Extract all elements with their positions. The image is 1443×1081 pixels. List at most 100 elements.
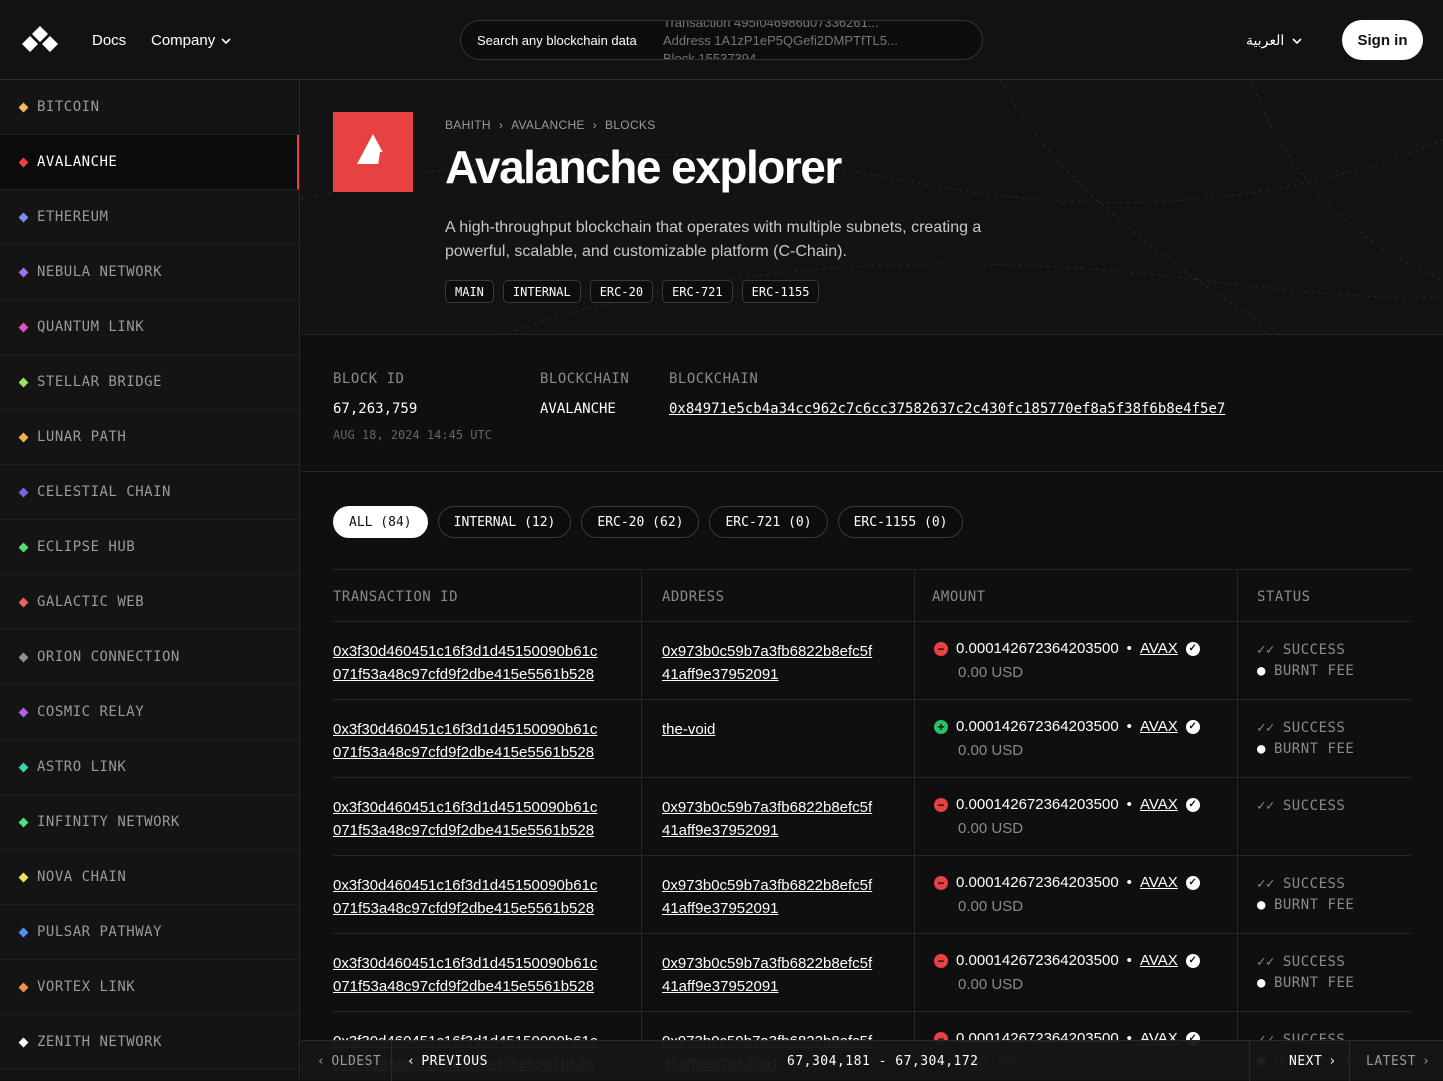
sidebar-item-label: NEBULA NETWORK [37,264,163,280]
sidebar-item-infinity-network[interactable]: INFINITY NETWORK [0,795,299,850]
address-part1: 0x973b0c59b7a3fb6822b8efc5f [662,877,873,894]
status-cell: ✓✓ SUCCESS ● BURNT FEE [1257,718,1354,760]
transaction-id-link[interactable]: 0x3f30d460451c16f3d1d45150090b61c 071f53… [333,640,597,686]
transaction-id-link[interactable]: 0x3f30d460451c16f3d1d45150090b61c 071f53… [333,952,597,998]
chain-diamond-icon [18,212,29,222]
sidebar-item-orion-connection[interactable]: ORION CONNECTION [0,630,299,685]
verified-check-icon: ✓ [1185,641,1200,656]
token-link[interactable]: AVAX [1140,796,1178,813]
tag-erc721[interactable]: ERC-721 [662,280,733,303]
block-hash-link[interactable]: 0x84971e5cb4a34cc962c7c6cc37582637c2c430… [669,401,1225,417]
table-row: 0x3f30d460451c16f3d1d45150090b61c 071f53… [333,700,1411,778]
bullet-separator: • [1126,796,1132,813]
sidebar-item-label: COSMIC RELAY [37,704,145,720]
sidebar-item-stellar-bridge[interactable]: STELLAR BRIDGE [0,355,299,410]
breadcrumb-separator-icon: › [592,118,598,132]
diamond-cluster-logo[interactable] [20,26,60,54]
search-bar[interactable]: Search any blockchain data Transaction 4… [460,20,983,60]
chain-sidebar: BITCOIN AVALANCHE ETHEREUM NEBULA NETWORK QU… [0,80,300,1080]
sidebar-item-zenith-network[interactable]: ZENITH NETWORK [0,1015,299,1070]
breadcrumb-bahith[interactable]: BAHITH [445,118,491,132]
token-link[interactable]: AVAX [1140,952,1178,969]
address-link[interactable]: 0x973b0c59b7a3fb6822b8efc5f 41aff9e37952… [662,796,872,842]
next-label: NEXT [1289,1054,1323,1069]
token-link[interactable]: AVAX [1140,640,1178,657]
transaction-id-link[interactable]: 0x3f30d460451c16f3d1d45150090b61c 071f53… [333,718,597,764]
status-label: SUCCESS [1282,642,1346,658]
breadcrumb-blocks[interactable]: BLOCKS [605,118,656,132]
search-hint-address: Address 1A1zP1eP5QGefi2DMPTfTL5... [663,33,898,48]
sidebar-item-nebula-network[interactable]: NEBULA NETWORK [0,245,299,300]
sidebar-item-celestial-chain[interactable]: CELESTIAL CHAIN [0,465,299,520]
main-content: BAHITH › AVALANCHE › BLOCKS Avalanche ex… [301,80,1443,1080]
transaction-id-link[interactable]: 0x3f30d460451c16f3d1d45150090b61c 071f53… [333,796,597,842]
chevron-left-icon: ‹ [317,1054,326,1069]
tag-main[interactable]: MAIN [445,280,494,303]
address-link[interactable]: 0x973b0c59b7a3fb6822b8efc5f 41aff9e37952… [662,640,872,686]
breadcrumb-avalanche[interactable]: AVALANCHE [511,118,585,132]
tag-erc20[interactable]: ERC-20 [589,280,654,303]
address-link[interactable]: the-void [662,718,715,741]
sidebar-item-avalanche[interactable]: AVALANCHE [0,135,299,190]
breadcrumb-separator-icon: › [498,118,504,132]
sidebar-item-label: NOVA CHAIN [37,869,127,885]
sidebar-item-astro-link[interactable]: ASTRO LINK [0,740,299,795]
minus-circle-icon: − [934,953,948,968]
transaction-id-part1: 0x3f30d460451c16f3d1d45150090b61c [333,955,598,972]
oldest-button[interactable]: ‹ OLDEST [317,1054,381,1069]
transaction-id-link[interactable]: 0x3f30d460451c16f3d1d45150090b61c 071f53… [333,874,597,920]
previous-label: PREVIOUS [421,1054,488,1069]
sidebar-item-label: ZENITH NETWORK [37,1034,163,1050]
latest-button[interactable]: LATEST › [1366,1054,1430,1069]
double-check-icon: ✓✓ [1257,798,1275,814]
next-button[interactable]: NEXT › [1289,1054,1337,1069]
tag-erc1155[interactable]: ERC-1155 [741,280,820,303]
column-divider [641,622,642,699]
column-divider [1237,934,1238,1011]
previous-button[interactable]: ‹ PREVIOUS [407,1054,488,1069]
sidebar-item-bitcoin[interactable]: BITCOIN [0,80,299,135]
bullet-separator: • [1126,640,1132,657]
address-part1: 0x973b0c59b7a3fb6822b8efc5f [662,955,873,972]
flame-icon: ● [1257,663,1266,679]
nav-docs[interactable]: Docs [92,32,126,49]
block-range: 67,304,181 - 67,304,172 [787,1054,979,1069]
filter-tab-all[interactable]: ALL (84) [333,506,428,538]
sidebar-item-quantum-link[interactable]: QUANTUM LINK [0,300,299,355]
filter-tab-erc-721[interactable]: ERC-721 (0) [709,506,828,538]
language-selector[interactable]: العربية [1246,32,1302,49]
sidebar-item-cosmic-relay[interactable]: COSMIC RELAY [0,685,299,740]
sign-in-button[interactable]: Sign in [1342,20,1423,60]
address-link[interactable]: 0x973b0c59b7a3fb6822b8efc5f 41aff9e37952… [662,952,872,998]
transaction-id-part2: 071f53a48c97cfd9f2dbe415e5561b528 [333,900,595,917]
sidebar-item-nova-chain[interactable]: NOVA CHAIN [0,850,299,905]
nav-company-menu[interactable]: Company [151,32,231,49]
block-id-label: BLOCK ID [333,371,405,387]
sidebar-item-ethereum[interactable]: ETHEREUM [0,190,299,245]
status-success: ✓✓ SUCCESS [1257,718,1354,739]
column-divider [641,570,642,621]
token-link[interactable]: AVAX [1140,874,1178,891]
address-link[interactable]: 0x973b0c59b7a3fb6822b8efc5f 41aff9e37952… [662,874,872,920]
filter-tab-internal[interactable]: INTERNAL (12) [437,506,572,538]
address-part1: 0x973b0c59b7a3fb6822b8efc5f [662,643,873,660]
amount-value: 0.000142672364203500 [956,640,1119,657]
bullet-separator: • [1126,874,1132,891]
amount-cell: − 0.000142672364203500 • AVAX ✓ [934,640,1200,657]
table-header: TRANSACTION ID ADDRESS AMOUNT STATUS [333,569,1411,622]
filter-tab-erc-20[interactable]: ERC-20 (62) [581,506,700,538]
address-part2: 41aff9e37952091 [662,666,779,683]
sidebar-item-lunar-path[interactable]: LUNAR PATH [0,410,299,465]
sidebar-item-pulsar-pathway[interactable]: PULSAR PATHWAY [0,905,299,960]
filter-tab-erc-1155[interactable]: ERC-1155 (0) [837,506,964,538]
sidebar-item-galactic-web[interactable]: GALACTIC WEB [0,575,299,630]
status-cell: ✓✓ SUCCESS [1257,796,1345,817]
amount-cell: − 0.000142672364203500 • AVAX ✓ [934,796,1200,813]
column-divider [914,700,915,777]
table-row: 0x3f30d460451c16f3d1d45150090b61c 071f53… [333,778,1411,856]
amount-usd: 0.00 USD [958,742,1024,759]
tag-internal[interactable]: INTERNAL [502,280,581,303]
sidebar-item-vortex-link[interactable]: VORTEX LINK [0,960,299,1015]
sidebar-item-eclipse-hub[interactable]: ECLIPSE HUB [0,520,299,575]
token-link[interactable]: AVAX [1140,718,1178,735]
